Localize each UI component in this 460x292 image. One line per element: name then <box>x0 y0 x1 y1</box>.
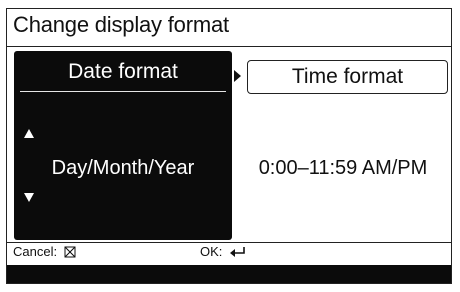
time-format-tab[interactable]: Time format <box>247 60 448 94</box>
date-format-panel[interactable]: Date format Day/Month/Year <box>14 51 232 240</box>
ok-hint[interactable]: OK: <box>200 243 247 263</box>
title-divider <box>7 46 451 47</box>
cancel-label: Cancel: <box>13 244 58 259</box>
enter-return-icon <box>229 245 247 263</box>
cancel-hint[interactable]: Cancel: <box>13 243 76 263</box>
display-format-screen: Change display format Date format Day/Mo… <box>0 0 460 292</box>
bottom-bar <box>7 265 451 283</box>
lcd-frame: Change display format Date format Day/Mo… <box>6 8 452 284</box>
triangle-up-icon[interactable] <box>24 129 34 138</box>
cancel-box-x-icon <box>64 245 76 263</box>
footer-bar: Cancel: OK: <box>7 243 451 263</box>
triangle-down-icon[interactable] <box>24 193 34 202</box>
date-format-value[interactable]: Day/Month/Year <box>14 156 232 180</box>
triangle-right-icon <box>234 70 241 82</box>
time-format-value[interactable]: 0:00–11:59 AM/PM <box>237 156 449 180</box>
ok-label: OK: <box>200 244 223 259</box>
page-title: Change display format <box>13 12 229 37</box>
date-format-header: Date format <box>20 55 226 92</box>
